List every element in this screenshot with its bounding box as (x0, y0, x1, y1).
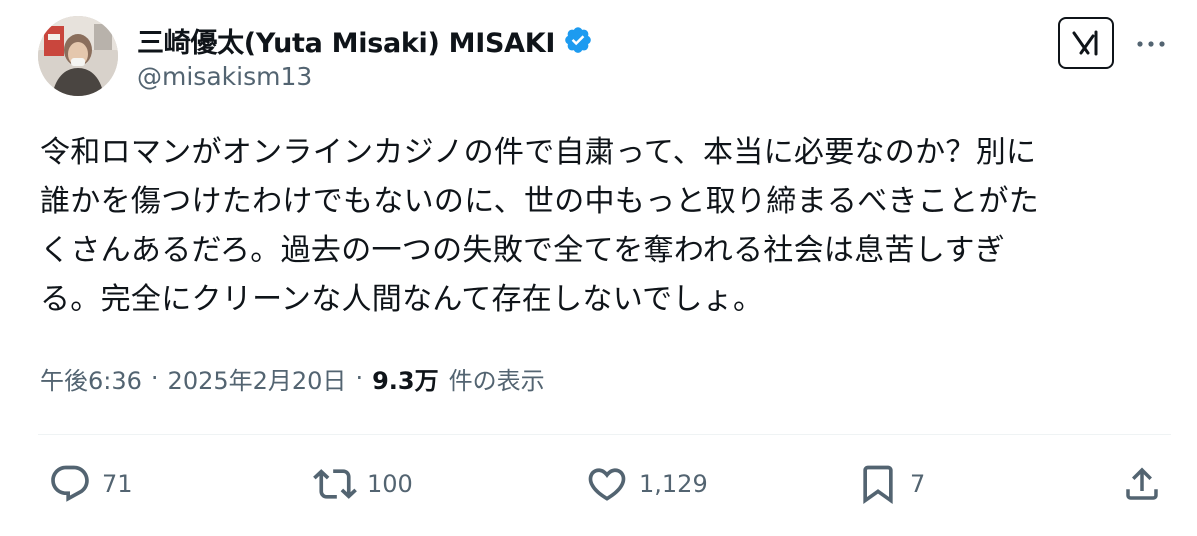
meta-separator: · (355, 364, 364, 392)
tweet-meta: 午後6:36 · 2025年2月20日 · 9.3万 件の表示 (40, 360, 545, 396)
meta-separator: · (150, 364, 159, 392)
more-icon (1137, 41, 1165, 47)
like-count: 1,129 (639, 470, 708, 498)
views-count[interactable]: 9.3万 (372, 361, 439, 396)
retweet-icon (313, 469, 357, 499)
grok-button[interactable] (1058, 17, 1114, 69)
reply-count: 71 (102, 470, 133, 498)
share-button[interactable] (1121, 458, 1163, 510)
reply-button[interactable]: 71 (48, 458, 133, 510)
divider (38, 434, 1171, 435)
action-bar: 71 100 1,129 7 (40, 458, 1170, 510)
tweet-text: 令和ロマンがオンラインカジノの件で自粛って、本当に必要なのか？別に 誰かを傷つけ… (40, 128, 1175, 324)
author-name-row: 三崎優太(Yuta Misaki) MISAKI (137, 20, 593, 60)
bookmark-button[interactable]: 7 (856, 458, 925, 510)
tweet-time[interactable]: 午後6:36 (40, 361, 142, 396)
views-label[interactable]: 件の表示 (449, 361, 545, 396)
bookmark-icon (863, 465, 893, 505)
tweet-date[interactable]: 2025年2月20日 (168, 361, 347, 396)
verified-badge-icon[interactable] (563, 25, 593, 55)
like-button[interactable]: 1,129 (585, 458, 708, 510)
share-icon (1126, 467, 1158, 500)
reply-icon (51, 465, 89, 502)
tweet-card: 三崎優太(Yuta Misaki) MISAKI @misakism13 令和ロ… (0, 0, 1197, 536)
tweet-text-line: る。完全にクリーンな人間なんて存在しないでしょ。 (40, 282, 764, 317)
tweet-text-line: 誰かを傷つけたわけでもないのに、世の中もっと取り締まるべきことがた (40, 184, 1039, 219)
author-handle[interactable]: @misakism13 (137, 62, 312, 91)
tweet-text-line: くさんあるだろ。過去の一つの失敗で全てを奪われる社会は息苦しすぎ (40, 233, 1006, 268)
bookmark-count: 7 (910, 470, 926, 498)
retweet-button[interactable]: 100 (313, 458, 413, 510)
heart-icon (588, 468, 626, 501)
more-options-button[interactable] (1135, 28, 1167, 60)
grok-icon (1072, 30, 1098, 56)
author-display-name[interactable]: 三崎優太(Yuta Misaki) MISAKI (137, 21, 555, 60)
tweet-text-line: 令和ロマンがオンラインカジノの件で自粛って、本当に必要なのか？別に (40, 135, 1037, 170)
avatar-image (38, 16, 118, 96)
retweet-count: 100 (367, 470, 413, 498)
avatar[interactable] (38, 16, 118, 96)
